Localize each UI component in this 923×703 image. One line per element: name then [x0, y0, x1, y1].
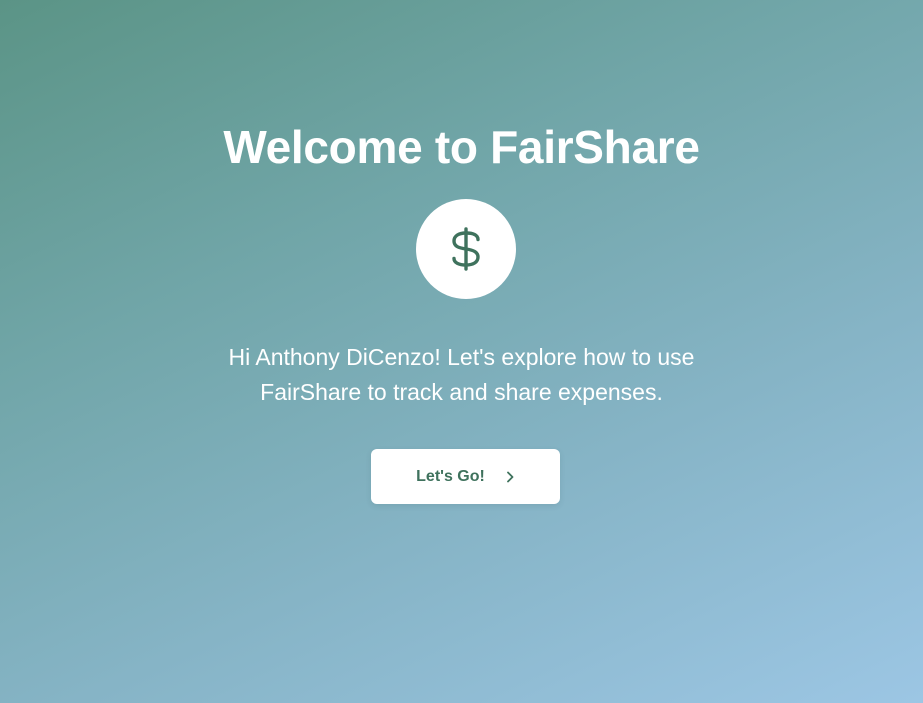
welcome-message: Hi Anthony DiCenzo! Let's explore how to…	[228, 344, 695, 405]
welcome-screen: Welcome to FairShare Hi Anthony DiCenzo!…	[0, 0, 923, 703]
chevron-right-icon	[505, 470, 515, 484]
dollar-sign-icon	[448, 225, 484, 273]
logo-badge	[416, 199, 516, 299]
welcome-title: Welcome to FairShare	[223, 121, 700, 173]
lets-go-button[interactable]: Let's Go!	[371, 449, 560, 504]
lets-go-button-label: Let's Go!	[416, 467, 485, 485]
